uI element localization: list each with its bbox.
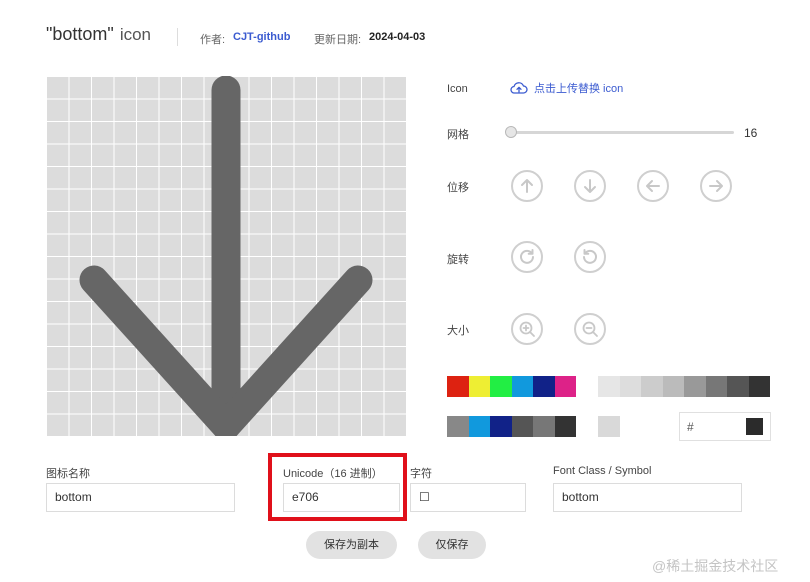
rotate-counterclockwise-icon xyxy=(583,249,597,264)
zoom-out-icon xyxy=(582,321,598,337)
color-swatch[interactable] xyxy=(490,376,512,397)
icon-name-title: "bottom" xyxy=(46,24,114,44)
upload-icon-button[interactable]: 点击上传替换 icon xyxy=(510,80,623,96)
watermark: @稀土掘金技术社区 xyxy=(652,558,779,574)
char-input[interactable]: ☐ xyxy=(410,483,526,512)
hex-color-input[interactable]: # xyxy=(679,412,771,441)
position-label: 位移 xyxy=(447,182,469,194)
icon-name-label: 图标名称 xyxy=(46,468,90,480)
current-color-swatch[interactable] xyxy=(746,418,763,435)
date-label: 更新日期: xyxy=(314,34,362,46)
icon-name-input[interactable]: bottom xyxy=(46,483,235,512)
char-label: 字符 xyxy=(410,468,432,480)
color-swatch[interactable] xyxy=(684,376,706,397)
color-swatch[interactable] xyxy=(447,376,469,397)
move-right-button[interactable] xyxy=(700,170,732,202)
color-swatch[interactable] xyxy=(662,376,684,397)
arrow-down-icon xyxy=(584,179,596,193)
upload-label: 点击上传替换 icon xyxy=(534,83,624,95)
move-down-button[interactable] xyxy=(574,170,606,202)
icon-title: "bottom" icon xyxy=(46,24,151,45)
arrow-right-icon xyxy=(709,180,723,192)
icon-label: Icon xyxy=(447,83,468,95)
header-divider xyxy=(177,28,178,46)
color-palette-bright xyxy=(447,376,576,397)
arrow-left-icon xyxy=(646,180,660,192)
icon-preview-canvas[interactable] xyxy=(46,76,406,436)
font-class-label: Font Class / Symbol xyxy=(553,465,652,477)
color-swatch[interactable] xyxy=(748,376,770,397)
unicode-highlight-box xyxy=(268,453,407,521)
rotate-clockwise-icon xyxy=(520,249,534,264)
grid-value: 16 xyxy=(744,126,758,140)
author-link[interactable]: CJT-github xyxy=(233,31,290,43)
grid-slider-track[interactable] xyxy=(510,131,734,134)
font-class-input[interactable]: bottom xyxy=(553,483,742,512)
zoom-in-button[interactable] xyxy=(511,313,543,345)
zoom-in-icon xyxy=(519,321,535,337)
save-as-copy-button[interactable]: 保存为副本 xyxy=(306,531,397,559)
color-swatch[interactable] xyxy=(533,376,555,397)
save-only-button[interactable]: 仅保存 xyxy=(418,531,486,559)
zoom-out-button[interactable] xyxy=(574,313,606,345)
color-swatch[interactable] xyxy=(511,376,533,397)
color-swatch-light[interactable] xyxy=(598,416,620,437)
color-swatch[interactable] xyxy=(727,376,749,397)
grid-slider-handle[interactable] xyxy=(505,126,517,138)
size-label: 大小 xyxy=(447,325,469,337)
arrow-up-icon xyxy=(521,179,533,193)
color-swatch[interactable] xyxy=(511,416,533,437)
color-swatch[interactable] xyxy=(705,376,727,397)
move-up-button[interactable] xyxy=(511,170,543,202)
color-swatch[interactable] xyxy=(598,376,620,397)
color-swatch[interactable] xyxy=(468,376,490,397)
color-swatch[interactable] xyxy=(554,376,576,397)
color-palette-grays xyxy=(598,376,770,397)
rotate-counterclockwise-button[interactable] xyxy=(574,241,606,273)
update-date: 2024-04-03 xyxy=(369,31,426,43)
color-swatch[interactable] xyxy=(641,376,663,397)
color-swatch[interactable] xyxy=(490,416,512,437)
icon-title-suffix: icon xyxy=(119,25,151,44)
color-swatch[interactable] xyxy=(554,416,576,437)
arrow-down-icon xyxy=(79,76,373,436)
grid-label: 网格 xyxy=(447,129,469,141)
rotate-label: 旋转 xyxy=(447,254,469,266)
cloud-upload-icon xyxy=(510,82,528,94)
rotate-clockwise-button[interactable] xyxy=(511,241,543,273)
hex-prefix: # xyxy=(687,420,694,434)
color-swatch[interactable] xyxy=(619,376,641,397)
color-palette-recent xyxy=(447,416,576,437)
author-label: 作者: xyxy=(200,34,226,46)
move-left-button[interactable] xyxy=(637,170,669,202)
color-swatch[interactable] xyxy=(468,416,490,437)
color-swatch[interactable] xyxy=(447,416,469,437)
color-swatch[interactable] xyxy=(533,416,555,437)
